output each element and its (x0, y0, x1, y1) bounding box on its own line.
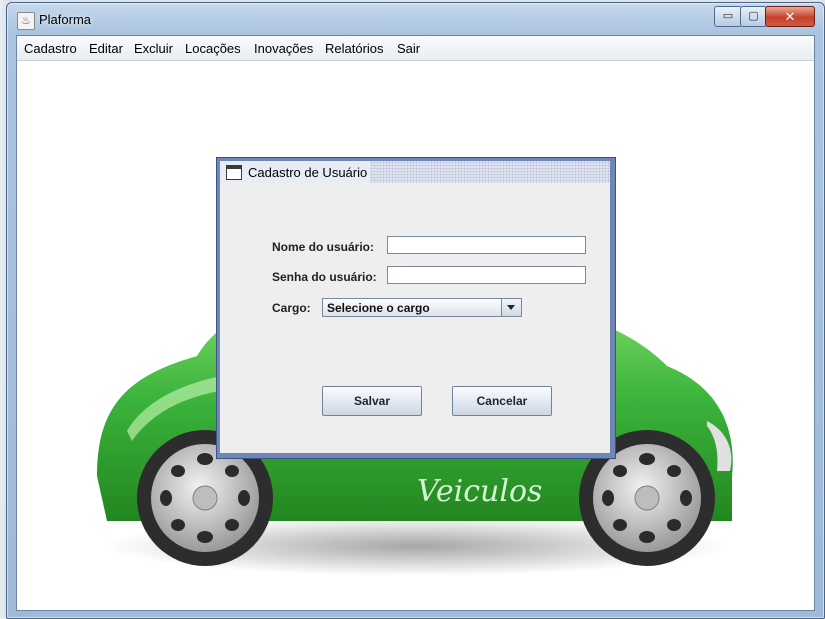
window-icon (226, 165, 242, 180)
maximize-button[interactable]: ▢ (740, 6, 767, 27)
menu-locacoes[interactable]: Locações (185, 41, 241, 56)
menu-sair[interactable]: Sair (397, 41, 420, 56)
save-button[interactable]: Salvar (322, 386, 422, 416)
username-field[interactable] (387, 236, 586, 254)
menu-relatorios[interactable]: Relatórios (325, 41, 384, 56)
menu-cadastro[interactable]: Cadastro (24, 41, 77, 56)
dialog-title: Cadastro de Usuário (248, 165, 368, 180)
chevron-down-icon[interactable] (501, 299, 521, 316)
role-selected-value: Selecione o cargo (327, 301, 430, 315)
password-field[interactable] (387, 266, 586, 284)
role-label: Cargo: (272, 301, 311, 315)
java-cup-icon: ♨ (17, 12, 35, 30)
menu-editar[interactable]: Editar (89, 41, 123, 56)
role-select[interactable]: Selecione o cargo (322, 298, 522, 317)
title-bar[interactable]: ♨ Plaforma ▭ ▢ ✕ (7, 3, 824, 35)
minimize-button[interactable]: ▭ (714, 6, 742, 27)
menu-excluir[interactable]: Excluir (134, 41, 173, 56)
close-button[interactable]: ✕ (765, 6, 815, 27)
username-label: Nome do usuário: (272, 240, 375, 254)
window-title: Plaforma (39, 12, 92, 27)
menu-bar: Cadastro Editar Excluir Locações Inovaçõ… (17, 36, 814, 61)
car-logo-text: Veiculos (417, 474, 542, 509)
user-registration-dialog: Cadastro de Usuário Nome do usuário: Sen… (216, 157, 616, 459)
password-label: Senha do usuário: (272, 270, 377, 284)
dialog-title-bar[interactable]: Cadastro de Usuário (220, 161, 610, 183)
cancel-button[interactable]: Cancelar (452, 386, 552, 416)
dialog-body: Nome do usuário: Senha do usuário: Cargo… (220, 183, 610, 453)
menu-inovacoes[interactable]: Inovações (254, 41, 313, 56)
